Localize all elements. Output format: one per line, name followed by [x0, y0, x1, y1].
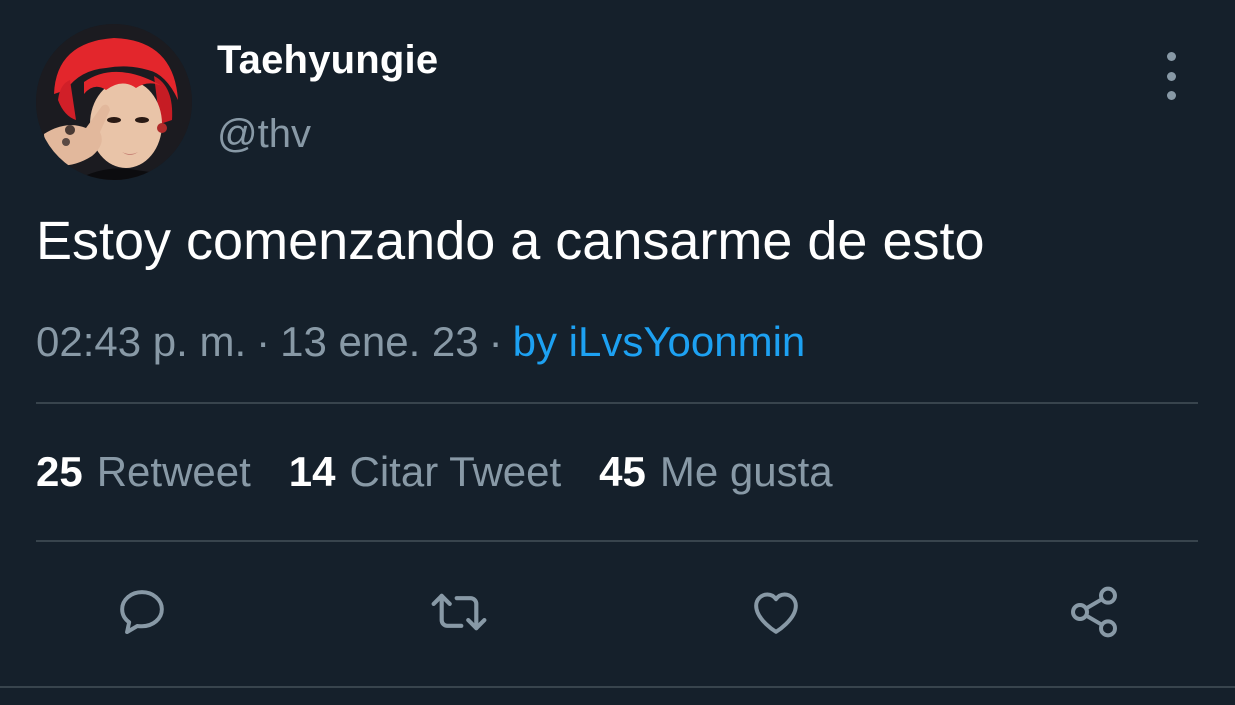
tweet-time: 02:43 p. m.	[36, 318, 247, 365]
likes-count: 45	[599, 448, 646, 495]
tweet-date: 13 ene. 23	[280, 318, 479, 365]
retweets-count: 25	[36, 448, 83, 495]
action-bar	[0, 580, 1235, 650]
more-dot	[1166, 52, 1176, 61]
more-options-icon[interactable]	[1152, 52, 1190, 100]
tweet-meta: 02:43 p. m. · 13 ene. 23 · by iLvsYoonmin	[36, 318, 805, 366]
likes-label: Me gusta	[659, 448, 833, 495]
avatar[interactable]	[36, 24, 192, 180]
reply-button[interactable]	[110, 580, 174, 644]
likes-stat[interactable]: 45 Me gusta	[599, 448, 832, 496]
divider	[36, 540, 1198, 542]
tweet-card: Taehyungie @thv Estoy comenzando a cansa…	[0, 0, 1235, 705]
retweets-stat[interactable]: 25 Retweet	[36, 448, 251, 496]
quotes-stat[interactable]: 14 Citar Tweet	[289, 448, 561, 496]
more-dot	[1166, 91, 1176, 100]
tweet-stats: 25 Retweet 14 Citar Tweet 45 Me gusta	[36, 448, 833, 496]
tweet-text: Estoy comenzando a cansarme de esto	[36, 211, 985, 271]
divider	[36, 402, 1198, 404]
divider	[0, 686, 1235, 688]
like-button[interactable]	[744, 580, 808, 644]
avatar-image	[36, 24, 192, 180]
share-icon	[1071, 586, 1117, 638]
reply-icon	[120, 590, 164, 635]
display-name[interactable]: Taehyungie	[217, 38, 438, 83]
meta-separator: ·	[256, 318, 271, 365]
retweet-button[interactable]	[427, 580, 491, 644]
like-icon	[754, 592, 798, 634]
meta-separator: ·	[488, 318, 503, 365]
retweets-label: Retweet	[96, 448, 251, 495]
quotes-label: Citar Tweet	[349, 448, 562, 495]
user-handle[interactable]: @thv	[217, 112, 311, 157]
quotes-count: 14	[288, 448, 336, 495]
more-dot	[1166, 71, 1176, 81]
tweet-source-link[interactable]: by iLvsYoonmin	[513, 318, 806, 365]
share-button[interactable]	[1062, 580, 1126, 644]
retweet-icon	[431, 593, 487, 631]
